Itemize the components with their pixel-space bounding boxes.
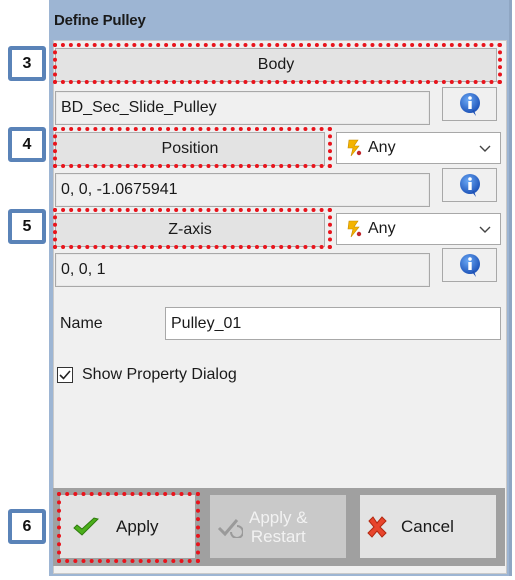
name-input[interactable]: Pulley_01	[165, 307, 501, 340]
position-info-button[interactable]	[442, 168, 497, 202]
zaxis-info-button[interactable]	[442, 248, 497, 282]
apply-restart-icon	[217, 518, 243, 538]
cancel-button[interactable]: Cancel	[360, 495, 496, 558]
name-label: Name	[60, 315, 103, 332]
define-pulley-dialog: Define Pulley Body BD_Sec_Slide_Pulley P…	[49, 0, 512, 576]
lightning-filter-icon	[347, 139, 362, 157]
chevron-down-icon	[479, 226, 491, 233]
show-property-label: Show Property Dialog	[82, 366, 237, 383]
cancel-label: Cancel	[401, 516, 454, 536]
red-x-icon	[367, 515, 387, 538]
position-filter-dropdown[interactable]: Any	[336, 132, 501, 164]
zaxis-field[interactable]: 0, 0, 1	[55, 253, 430, 287]
body-field[interactable]: BD_Sec_Slide_Pulley	[55, 91, 430, 125]
apply-label: Apply	[116, 516, 159, 536]
annotation-badge-6: 6	[8, 509, 46, 544]
annotation-badge-5: 5	[8, 209, 46, 244]
zaxis-filter-dropdown[interactable]: Any	[336, 213, 501, 245]
body-info-button[interactable]	[442, 87, 497, 121]
apply-restart-line2: Restart	[250, 526, 306, 546]
lightning-filter-icon	[347, 220, 362, 238]
annotation-badge-4: 4	[8, 127, 46, 162]
apply-restart-button[interactable]: Apply & Restart	[210, 495, 346, 558]
position-field[interactable]: 0, 0, -1.0675941	[55, 173, 430, 207]
chevron-down-icon	[479, 145, 491, 152]
dialog-title: Define Pulley	[54, 12, 146, 29]
info-icon	[459, 174, 480, 197]
show-property-checkbox[interactable]	[57, 367, 73, 383]
checkmark-icon	[59, 370, 71, 380]
footer-button-bar: Apply Apply & Restart Cancel	[53, 488, 505, 566]
position-filter-value: Any	[368, 139, 396, 156]
info-icon	[459, 93, 480, 116]
apply-button[interactable]: Apply	[60, 495, 195, 558]
apply-restart-line1: Apply &	[249, 507, 308, 527]
green-check-icon	[73, 516, 99, 536]
zaxis-button[interactable]: Z-axis	[55, 213, 325, 247]
position-button[interactable]: Position	[55, 132, 325, 166]
annotation-badge-3: 3	[8, 46, 46, 81]
zaxis-filter-value: Any	[368, 220, 396, 237]
body-button[interactable]: Body	[55, 48, 497, 82]
info-icon	[459, 254, 480, 277]
